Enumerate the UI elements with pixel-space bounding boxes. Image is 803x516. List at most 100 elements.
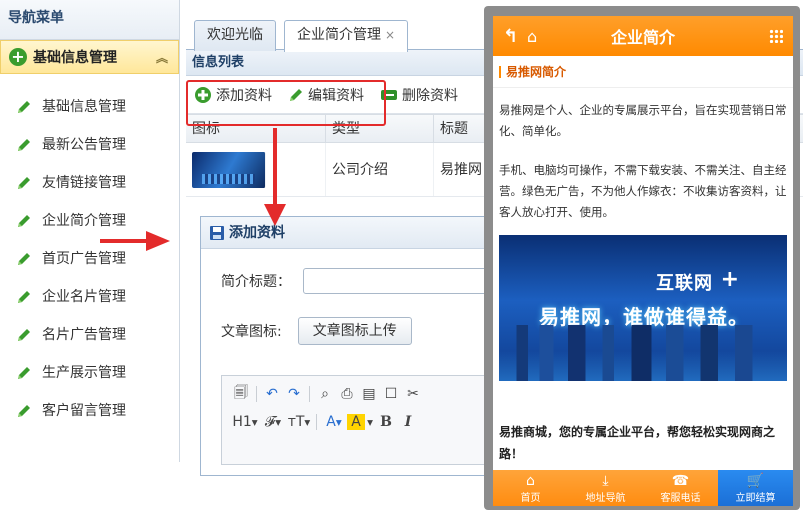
grid-menu-icon[interactable] (769, 29, 783, 43)
tab-company-intro[interactable]: 企业简介管理 × (284, 20, 409, 52)
download-icon: ⤓ (602, 473, 609, 489)
highlight-color-icon[interactable]: A (347, 414, 365, 430)
banner-skyline (499, 325, 787, 381)
sidebar-item-label: 生产展示管理 (42, 365, 126, 381)
pencil-icon (18, 139, 30, 151)
cut-icon[interactable]: ✂ (402, 386, 424, 402)
sidebar-item-label: 名片广告管理 (42, 327, 126, 343)
sidebar-item-basic-info[interactable]: 基础信息管理 (0, 88, 179, 126)
divider (316, 414, 317, 430)
editor-toolbar-row-1: 🗐 ↶ ↷ ⌕ ⎙ ▤ ☐ ✂ (222, 380, 500, 408)
intro-paragraph-2: 手机、电脑均可操作，不需下载安装、不需关注、自主经营。绿色无广告，不为他人作嫁衣… (499, 163, 787, 219)
row-type-cell: 公司介绍 (326, 143, 434, 196)
sidebar-item-messages[interactable]: 客户留言管理 (0, 392, 179, 430)
mobile-footer-nav: ⌂ 首页 ⤓ 地址导航 ☎ 客服电话 🛒 立即结算 (493, 470, 793, 506)
mobile-header: ↰ ⌂ 企业简介 (493, 16, 793, 56)
pencil-icon (18, 329, 30, 341)
tab-label: 欢迎光临 (207, 27, 263, 43)
font-size-icon[interactable]: тT▾ (286, 414, 312, 430)
heading-icon[interactable]: H1▾ (230, 414, 260, 430)
preview-icon[interactable]: ⌕ (314, 386, 336, 402)
delete-label: 删除资料 (402, 87, 458, 104)
footer-label: 首页 (520, 493, 541, 504)
font-family-icon[interactable]: 𝓕▾ (260, 414, 286, 430)
sidebar-menu: 基础信息管理 最新公告管理 友情链接管理 企业简介管理 首页广告管理 企业名片管… (0, 74, 179, 430)
mobile-screen: ↰ ⌂ 企业简介 易推网简介 易推网是个人、企业的专属展示平台，旨在实现营销日常… (493, 16, 793, 506)
tab-welcome[interactable]: 欢迎光临 (194, 20, 276, 51)
footer-map[interactable]: ⤓ 地址导航 (568, 470, 643, 506)
print-icon[interactable]: ⎙ (336, 386, 358, 402)
rich-text-editor: 🗐 ↶ ↷ ⌕ ⎙ ▤ ☐ ✂ H1▾ 𝓕▾ тT▾ A▾ A ▾ B I (221, 375, 501, 465)
sidebar-item-label: 基础信息管理 (42, 99, 126, 115)
collapse-icon[interactable]: ︽ (156, 41, 168, 75)
bold-icon[interactable]: B (375, 414, 397, 430)
banner-text-internet: 互联网 (656, 273, 713, 294)
footer-checkout[interactable]: 🛒 立即结算 (718, 470, 793, 506)
tab-label: 企业简介管理 (297, 27, 381, 43)
footer-home[interactable]: ⌂ 首页 (493, 470, 568, 506)
pencil-icon (18, 291, 30, 303)
pencil-icon (18, 253, 30, 265)
title-input[interactable] (303, 268, 503, 294)
close-icon[interactable]: × (385, 28, 395, 42)
thumbnail-image (192, 152, 266, 188)
dropdown-icon[interactable]: ▾ (365, 414, 375, 430)
promo-banner: 互联网 + 易推网，谁做谁得益。 (499, 235, 787, 381)
form-title: 添加资料 (229, 224, 285, 241)
italic-icon[interactable]: I (397, 414, 419, 430)
sidebar-item-label: 客户留言管理 (42, 403, 126, 419)
divider (256, 386, 257, 402)
sidebar-group-basic-info[interactable]: + 基础信息管理 ︽ (0, 40, 179, 74)
sidebar-title: 导航菜单 (0, 0, 179, 40)
sidebar-item-business-card[interactable]: 企业名片管理 (0, 278, 179, 316)
redo-icon[interactable]: ↷ (283, 386, 305, 402)
title-label: 简介标题： (221, 274, 291, 290)
banner-plus: + (720, 267, 739, 292)
delete-button[interactable]: 删除资料 (380, 85, 458, 105)
code-icon[interactable]: ☐ (380, 386, 402, 402)
editor-toolbar-row-2: H1▾ 𝓕▾ тT▾ A▾ A ▾ B I (222, 408, 500, 436)
home-icon: ⌂ (526, 473, 535, 489)
pencil-icon (18, 215, 30, 227)
pencil-icon (18, 367, 30, 379)
icon-label: 文章图标: (221, 324, 282, 340)
sidebar-item-label: 首页广告管理 (42, 251, 126, 267)
sidebar-item-card-ads[interactable]: 名片广告管理 (0, 316, 179, 354)
sidebar-item-label: 最新公告管理 (42, 137, 126, 153)
mall-slogan: 易推商城，您的专属企业平台，帮您轻松实现网商之路！ (499, 425, 776, 461)
mobile-subheader-text: 易推网简介 (506, 65, 567, 79)
plus-icon: + (9, 47, 27, 66)
sidebar-item-label: 企业名片管理 (42, 289, 126, 305)
upload-icon-button[interactable]: 文章图标上传 (297, 317, 412, 345)
mobile-preview-frame: ↰ ⌂ 企业简介 易推网简介 易推网是个人、企业的专属展示平台，旨在实现营销日常… (484, 6, 800, 510)
footer-label: 立即结算 (735, 493, 776, 504)
accent-bar (499, 65, 501, 78)
footer-label: 地址导航 (585, 493, 626, 504)
save-icon (210, 225, 224, 240)
sidebar-item-links[interactable]: 友情链接管理 (0, 164, 179, 202)
nav-sidebar: 导航菜单 + 基础信息管理 ︽ 基础信息管理 最新公告管理 友情链接管理 企业简介… (0, 0, 180, 462)
footer-phone[interactable]: ☎ 客服电话 (643, 470, 718, 506)
phone-icon: ☎ (671, 473, 690, 489)
sidebar-item-company-intro[interactable]: 企业简介管理 (0, 202, 179, 240)
toolbar-highlight-box (186, 80, 386, 126)
template-icon[interactable]: ▤ (358, 386, 380, 402)
row-icon-cell (186, 143, 326, 196)
sidebar-item-label: 企业简介管理 (42, 213, 126, 229)
intro-paragraph-1: 易推网是个人、企业的专属展示平台，旨在实现营销日常化、简单化。 (499, 103, 787, 138)
sidebar-item-label: 友情链接管理 (42, 175, 126, 191)
undo-icon[interactable]: ↶ (261, 386, 283, 402)
pencil-icon (18, 177, 30, 189)
pencil-icon (18, 405, 30, 417)
cart-icon: 🛒 (746, 473, 765, 489)
sidebar-item-production[interactable]: 生产展示管理 (0, 354, 179, 392)
sidebar-item-announcements[interactable]: 最新公告管理 (0, 126, 179, 164)
mobile-page-title: 企业简介 (610, 28, 675, 47)
mobile-subheader: 易推网简介 (493, 56, 793, 88)
source-icon[interactable]: 🗐 (230, 382, 252, 406)
pencil-icon (18, 101, 30, 113)
footer-label: 客服电话 (660, 493, 701, 504)
sidebar-item-home-ads[interactable]: 首页广告管理 (0, 240, 179, 278)
font-color-icon[interactable]: A▾ (321, 414, 347, 430)
divider (309, 386, 310, 402)
